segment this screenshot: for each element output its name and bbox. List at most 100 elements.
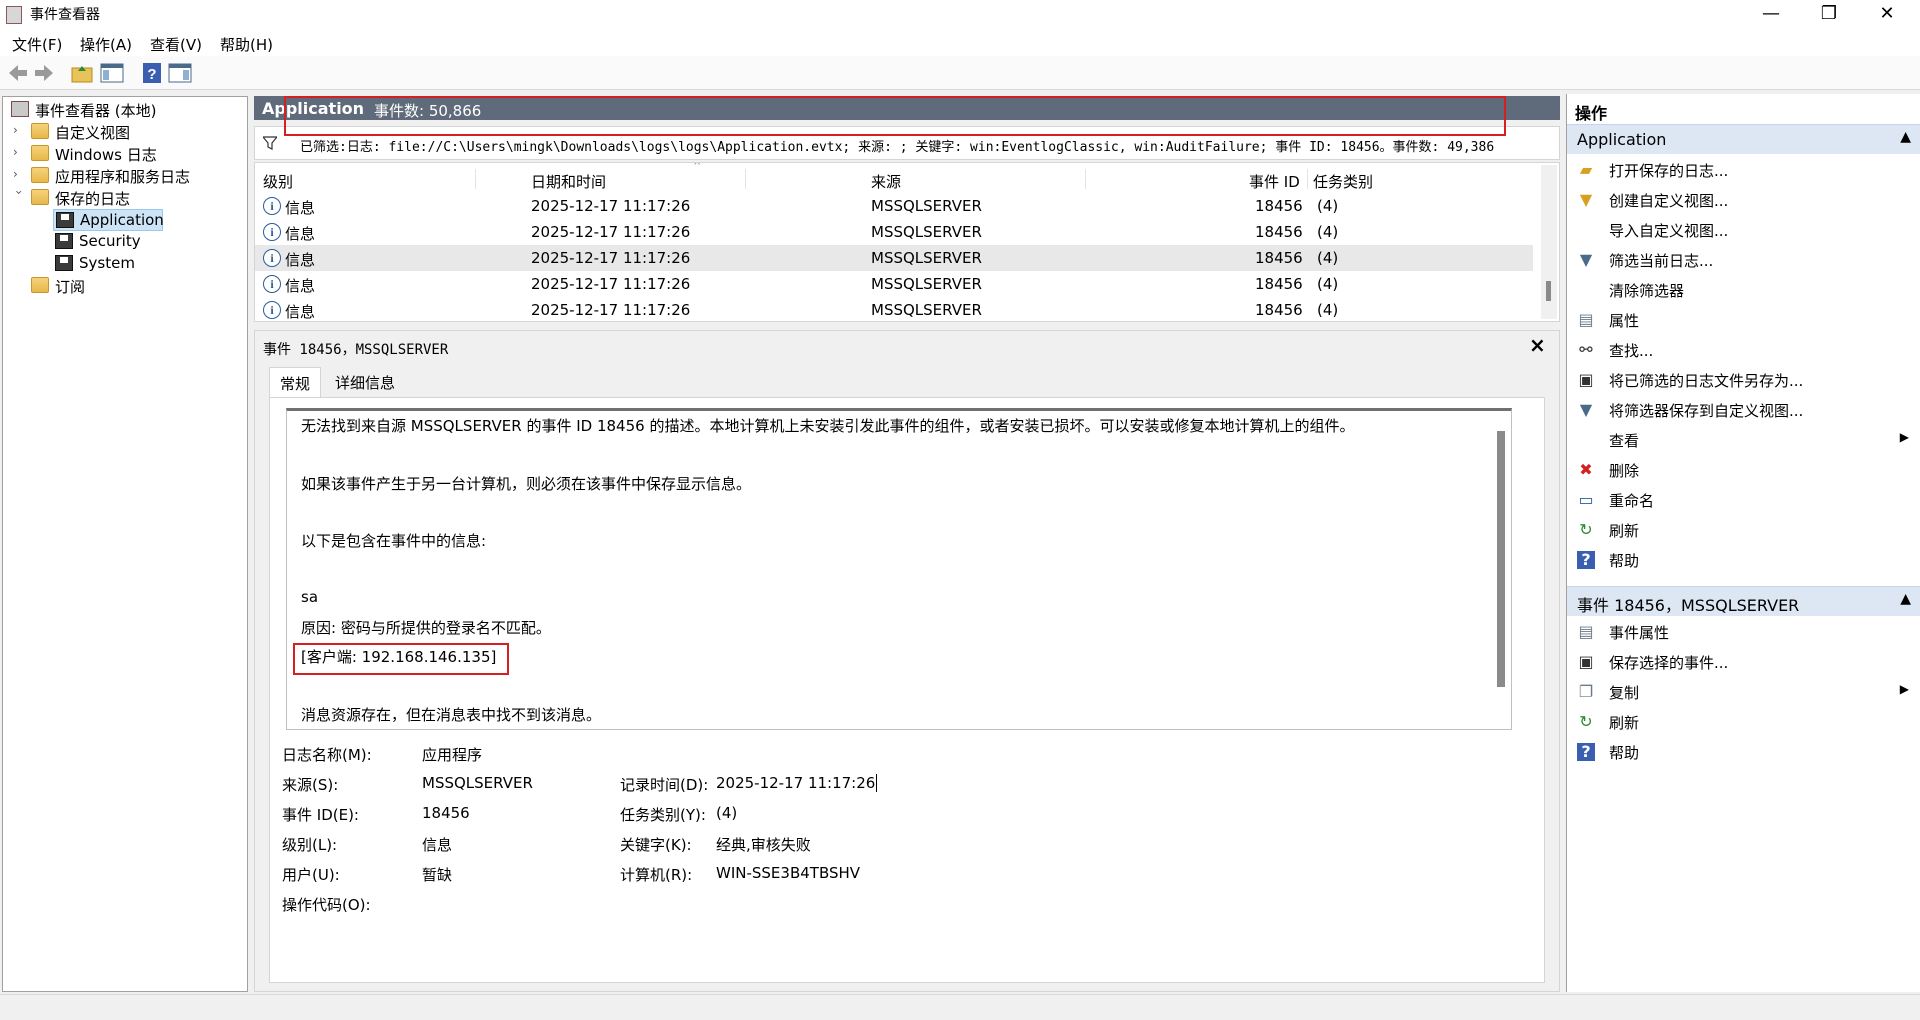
detail-title: 事件 18456，MSSQLSERVER xyxy=(263,342,449,358)
action-save-filter-to-view[interactable]: ▼ 将筛选器保存到自定义视图... xyxy=(1567,396,1920,424)
column-divider[interactable] xyxy=(745,169,746,189)
action-help-event[interactable]: ? 帮助 xyxy=(1567,738,1920,766)
action-open-saved-log[interactable]: ▰ 打开保存的日志... xyxy=(1567,156,1920,184)
actions-section-application[interactable]: Application ▲ xyxy=(1567,124,1920,154)
cell-level: 信息 xyxy=(285,199,316,217)
title-bar: 事件查看器 — ❐ ✕ xyxy=(0,0,1920,30)
cell-date: 2025-12-17 11:17:26 xyxy=(531,249,691,267)
chevron-right-icon[interactable]: › xyxy=(13,145,25,159)
cell-date: 2025-12-17 11:17:26 xyxy=(531,197,691,215)
tree-item-root[interactable]: 事件查看器 (本地) xyxy=(7,99,243,121)
cell-event-id: 18456 xyxy=(1255,275,1303,293)
chevron-down-icon[interactable]: › xyxy=(12,190,26,202)
grid-scrollbar[interactable] xyxy=(1541,165,1557,319)
collapse-icon[interactable]: ▲ xyxy=(1900,129,1911,145)
action-refresh[interactable]: ↻ 刷新 xyxy=(1567,516,1920,544)
menu-view[interactable]: 查看(V) xyxy=(150,34,202,55)
action-label: 重命名 xyxy=(1609,492,1655,510)
action-label: 帮助 xyxy=(1609,552,1640,570)
action-label: 导入自定义视图... xyxy=(1609,222,1729,240)
tab-general[interactable]: 常规 xyxy=(269,367,322,397)
chevron-right-icon[interactable]: › xyxy=(13,123,25,137)
action-import-custom-view[interactable]: 导入自定义视图... xyxy=(1567,216,1920,244)
action-delete[interactable]: ✖ 删除 xyxy=(1567,456,1920,484)
action-properties[interactable]: ▤ 属性 xyxy=(1567,306,1920,334)
tree-item-system[interactable]: System xyxy=(53,253,163,275)
back-arrow-icon[interactable] xyxy=(6,62,30,84)
action-help[interactable]: ? 帮助 xyxy=(1567,546,1920,574)
status-bar xyxy=(0,994,1920,1020)
forward-arrow-icon[interactable] xyxy=(32,62,56,84)
column-divider[interactable] xyxy=(1307,169,1308,189)
menu-action[interactable]: 操作(A) xyxy=(80,34,132,55)
tree-item-application[interactable]: Application xyxy=(53,209,164,231)
table-row[interactable]: i 信息 2025-12-17 11:17:26 MSSQLSERVER 184… xyxy=(255,193,1533,219)
action-copy[interactable]: ❐ 复制 ▶ xyxy=(1567,678,1920,706)
refresh-icon: ↻ xyxy=(1579,712,1593,731)
tab-details[interactable]: 详细信息 xyxy=(325,367,405,397)
keywords-value: 经典,审核失败 xyxy=(716,836,811,854)
message-textbox[interactable]: 无法找到来自源 MSSQLSERVER 的事件 ID 18456 的描述。本地计… xyxy=(286,408,1512,730)
tree-label: 订阅 xyxy=(55,278,86,296)
minimize-button[interactable]: — xyxy=(1742,0,1800,30)
column-header-level[interactable]: 级别 xyxy=(263,171,293,192)
cell-level: 信息 xyxy=(285,277,316,295)
action-filter-current-log[interactable]: ▼ 筛选当前日志... xyxy=(1567,246,1920,274)
help-icon: ? xyxy=(1577,743,1595,761)
column-header-event-id[interactable]: 事件 ID xyxy=(1249,171,1300,192)
column-header-task[interactable]: 任务类别 xyxy=(1313,171,1373,192)
logged-value: 2025-12-17 11:17:26 xyxy=(716,774,878,792)
filter-funnel-icon: ▼ xyxy=(1579,250,1593,269)
sort-ascending-icon: ^ xyxy=(693,162,702,172)
log-file-icon xyxy=(56,212,74,228)
cell-task: (4) xyxy=(1317,275,1339,293)
column-header-date[interactable]: 日期和时间 xyxy=(531,171,606,192)
action-clear-filter[interactable]: 清除筛选器 xyxy=(1567,276,1920,304)
table-row[interactable]: i 信息 2025-12-17 11:17:26 MSSQLSERVER 184… xyxy=(255,297,1533,321)
close-icon[interactable]: × xyxy=(1529,333,1546,357)
column-divider[interactable] xyxy=(1085,169,1086,189)
menu-file[interactable]: 文件(F) xyxy=(12,34,62,55)
table-row[interactable]: i 信息 2025-12-17 11:17:26 MSSQLSERVER 184… xyxy=(255,271,1533,297)
action-create-custom-view[interactable]: ▼ 创建自定义视图... xyxy=(1567,186,1920,214)
tree-label: System xyxy=(79,254,135,272)
action-label: 清除筛选器 xyxy=(1609,282,1685,300)
copy-icon: ❐ xyxy=(1578,682,1594,701)
menu-help[interactable]: 帮助(H) xyxy=(220,34,273,55)
cell-level: 信息 xyxy=(285,303,316,321)
action-event-properties[interactable]: ▤ 事件属性 xyxy=(1567,618,1920,646)
column-header-source[interactable]: 来源 xyxy=(871,171,901,192)
show-hide-action-pane-icon[interactable] xyxy=(168,62,192,84)
chevron-right-icon[interactable]: › xyxy=(13,167,25,181)
column-divider[interactable] xyxy=(475,169,476,189)
tree-item-saved-logs[interactable]: › 保存的日志 xyxy=(12,187,243,209)
action-save-selected-events[interactable]: ▣ 保存选择的事件... xyxy=(1567,648,1920,676)
tree-item-windows-logs[interactable]: › Windows 日志 xyxy=(13,143,243,165)
up-folder-icon[interactable] xyxy=(70,62,94,84)
message-scrollbar[interactable] xyxy=(1497,431,1505,687)
help-icon[interactable]: ? xyxy=(140,62,164,84)
scrollbar-thumb[interactable] xyxy=(1546,281,1551,301)
table-row[interactable]: i 信息 2025-12-17 11:17:26 MSSQLSERVER 184… xyxy=(255,219,1533,245)
action-find[interactable]: ⚯ 查找... xyxy=(1567,336,1920,364)
tree-item-app-service-logs[interactable]: › 应用程序和服务日志 xyxy=(13,165,243,187)
action-refresh-event[interactable]: ↻ 刷新 xyxy=(1567,708,1920,736)
close-window-button[interactable]: ✕ xyxy=(1858,0,1916,30)
action-save-filtered-log[interactable]: ▣ 将已筛选的日志文件另存为... xyxy=(1567,366,1920,394)
collapse-icon[interactable]: ▲ xyxy=(1900,591,1911,607)
show-hide-tree-icon[interactable] xyxy=(100,62,124,84)
tree-item-custom-views[interactable]: › 自定义视图 xyxy=(13,121,243,143)
cell-event-id: 18456 xyxy=(1255,301,1303,319)
tree-item-security[interactable]: Security xyxy=(53,231,163,253)
actions-section-event[interactable]: 事件 18456，MSSQLSERVER ▲ xyxy=(1567,586,1920,616)
level-label: 级别(L): xyxy=(282,836,338,854)
action-view[interactable]: 查看 ▶ xyxy=(1567,426,1920,454)
tree-item-subscriptions[interactable]: 订阅 xyxy=(13,275,243,297)
navigation-tree: 事件查看器 (本地) › 自定义视图 › Windows 日志 › 应用程序和服… xyxy=(2,96,248,992)
help-icon: ? xyxy=(1577,551,1595,569)
maximize-button[interactable]: ❐ xyxy=(1800,0,1858,30)
tree-label: 事件查看器 (本地) xyxy=(35,102,157,120)
action-rename[interactable]: ▭ 重命名 xyxy=(1567,486,1920,514)
task-value: (4) xyxy=(716,804,738,822)
table-row-selected[interactable]: i 信息 2025-12-17 11:17:26 MSSQLSERVER 184… xyxy=(255,245,1533,271)
